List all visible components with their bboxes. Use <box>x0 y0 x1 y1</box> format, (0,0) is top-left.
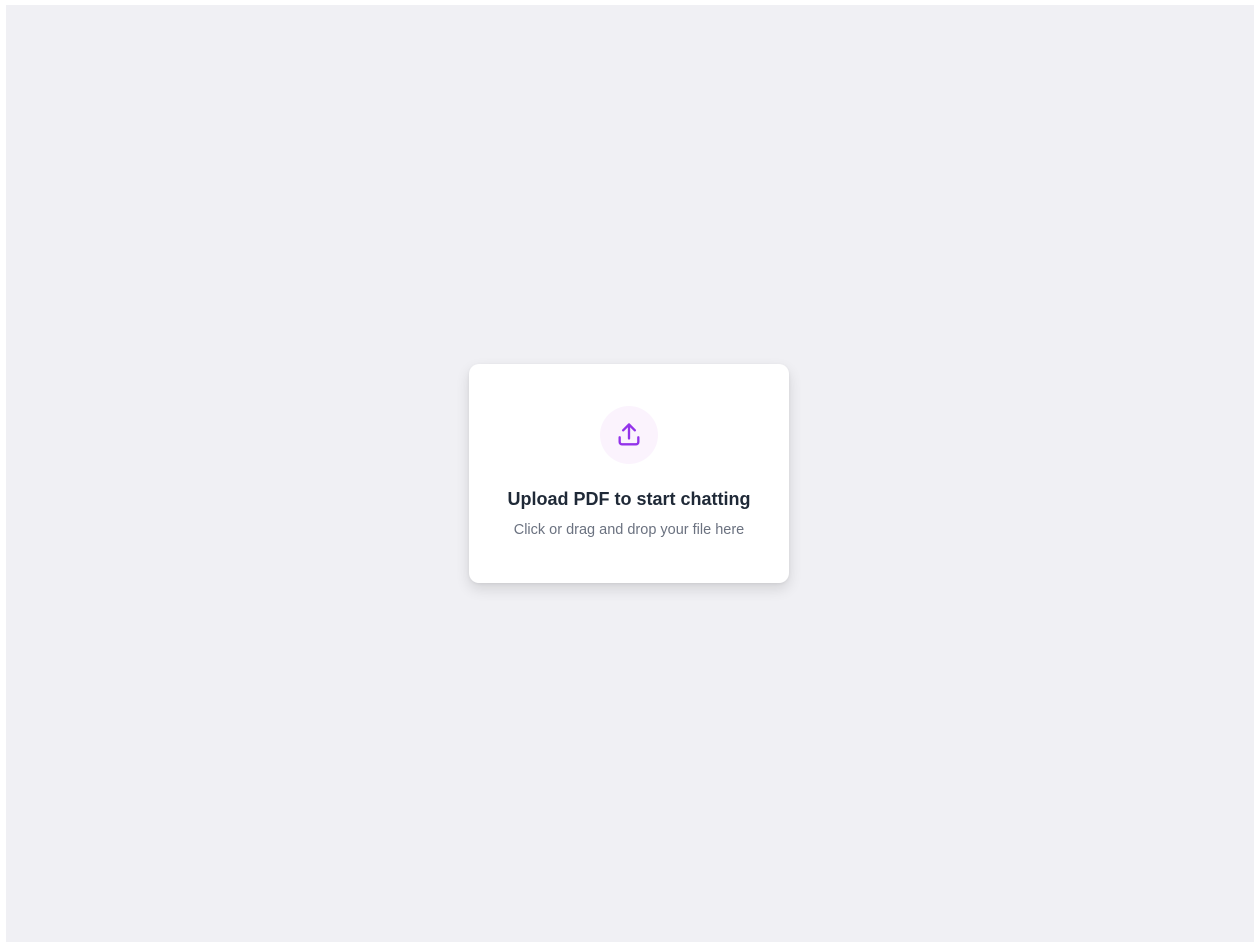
upload-subtitle: Click or drag and drop your file here <box>513 522 745 538</box>
upload-dropzone[interactable]: Upload PDF to start chatting Click or dr… <box>469 364 789 583</box>
upload-icon <box>618 423 640 446</box>
upload-title: Upload PDF to start chatting <box>507 489 751 509</box>
upload-icon-badge <box>600 406 658 464</box>
app-viewport: Upload PDF to start chatting Click or dr… <box>6 5 1254 942</box>
